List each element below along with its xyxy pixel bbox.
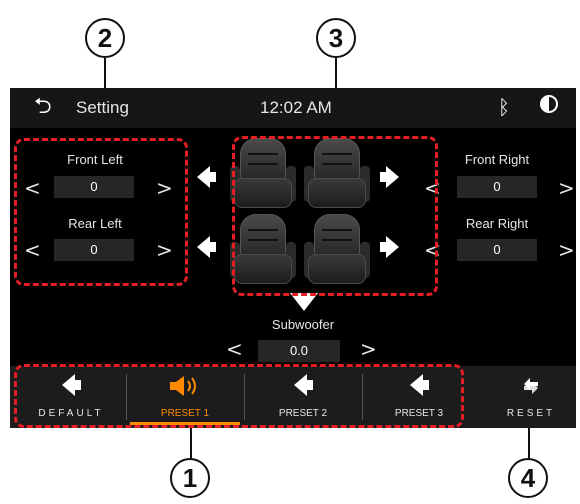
reset-label: RESET (506, 408, 556, 419)
head-unit-screen: ⮌ Setting 12:02 AM ᛒ Front Left < 0 > Re… (10, 88, 576, 428)
brightness-icon[interactable] (540, 95, 558, 113)
preset-bar-outline (14, 364, 464, 428)
reset-button[interactable]: RESET (486, 366, 576, 428)
subwoofer-decrease-arrow[interactable]: < (226, 339, 243, 359)
callout-3: 3 (316, 18, 356, 58)
front-left-speaker-icon (196, 166, 216, 188)
bluetooth-icon[interactable]: ᛒ (498, 95, 510, 119)
subwoofer-value[interactable]: 0.0 (258, 340, 340, 362)
clock: 12:02 AM (260, 98, 332, 117)
seat-map-outline (232, 136, 438, 296)
callout-2: 2 (85, 18, 125, 58)
rear-right-label: Rear Right (465, 216, 529, 231)
rear-right-increase-arrow[interactable]: > (558, 240, 575, 260)
back-arrow-icon[interactable]: ⮌ (34, 96, 52, 118)
subwoofer-increase-arrow[interactable]: > (360, 339, 377, 359)
subwoofer-label: Subwoofer (271, 317, 335, 332)
front-right-label: Front Right (464, 152, 530, 167)
rear-right-value[interactable]: 0 (457, 239, 537, 261)
rear-left-speaker-icon (196, 236, 216, 258)
left-channel-outline (14, 138, 188, 286)
front-right-increase-arrow[interactable]: > (558, 178, 575, 198)
front-right-value[interactable]: 0 (457, 176, 537, 198)
reset-arrows-icon (524, 378, 538, 394)
status-bar: ⮌ Setting 12:02 AM ᛒ (10, 88, 576, 128)
page-title: Setting (76, 98, 129, 117)
callout-4: 4 (508, 458, 548, 498)
callout-1: 1 (170, 458, 210, 498)
